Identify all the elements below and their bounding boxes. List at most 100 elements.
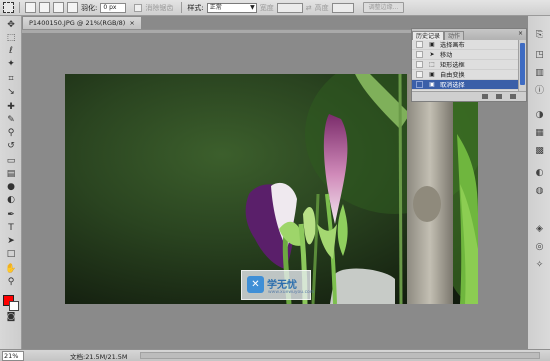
history-scrollbar[interactable] (518, 40, 526, 92)
quick-mask-icon[interactable]: ◙ (4, 312, 18, 323)
clone-stamp-tool-icon[interactable]: ⚲ (4, 128, 18, 139)
panel-dock: ⎘ ◳ ▥ ⓘ ◑ ▦ ▩ ◐ ◍ ◈ ◎ ✧ (527, 16, 550, 349)
new-snapshot-icon[interactable] (496, 94, 502, 99)
style-label: 样式: (187, 3, 204, 12)
feather-input[interactable]: 0 px (100, 2, 127, 13)
history-item[interactable]: ⬚ 矩形选框 (412, 60, 519, 70)
canvas-photo[interactable]: ✕ 学无忧 www.xuewuyou.com (65, 74, 478, 304)
height-input[interactable] (331, 2, 354, 13)
layers-icon[interactable]: ◈ (533, 224, 546, 235)
history-item-label: 矩形选框 (440, 62, 465, 69)
step-icon: ▣ (429, 40, 435, 48)
marquee-tool-icon[interactable]: ⬚ (4, 33, 18, 44)
history-brush-tool-icon[interactable]: ↺ (4, 141, 18, 152)
history-item-label: 取消选择 (440, 82, 465, 89)
subtract-from-selection-icon[interactable] (53, 2, 64, 13)
history-panel-icon[interactable]: ⎘ (533, 30, 546, 41)
chevron-down-icon: ▼ (250, 3, 255, 11)
rect-marquee-preset-icon[interactable] (3, 2, 14, 13)
blur-tool-icon[interactable]: ● (4, 182, 18, 193)
eyedropper-tool-icon[interactable]: ↘ (4, 87, 18, 98)
transform-icon: ▣ (429, 70, 435, 78)
deselect-icon: ▣ (429, 80, 435, 88)
styles-icon[interactable]: ▩ (533, 146, 546, 157)
dodge-tool-icon[interactable]: ◐ (4, 195, 18, 206)
trash-icon[interactable] (510, 94, 516, 99)
type-tool-icon[interactable]: T (4, 223, 18, 234)
watermark: ✕ 学无忧 www.xuewuyou.com (241, 270, 315, 300)
history-snapshot-checkbox[interactable] (416, 71, 423, 78)
divider (19, 2, 20, 13)
options-bar: 羽化: 0 px 消除锯齿 样式: 正常 ▼ 宽度 ⇄ 高度 调整边缘... (0, 0, 550, 16)
marquee-icon: ⬚ (429, 60, 435, 68)
width-label: 宽度 (259, 3, 274, 12)
tab-history[interactable]: 历史记录 (412, 31, 445, 40)
shape-tool-icon[interactable]: □ (4, 249, 18, 260)
close-icon[interactable]: × (518, 30, 523, 37)
channels-icon[interactable]: ◎ (533, 242, 546, 253)
history-panel-tabs: 历史记录 动作 × (412, 29, 526, 40)
close-icon[interactable]: × (129, 19, 134, 27)
document-info: 文档:21.5M/21.5M (70, 352, 128, 361)
background-color-swatch[interactable] (9, 301, 19, 311)
brush-tool-icon[interactable]: ✎ (4, 115, 18, 126)
history-snapshot-checkbox[interactable] (416, 61, 423, 68)
zoom-field[interactable]: 21% (2, 350, 24, 361)
tab-actions[interactable]: 动作 (444, 31, 465, 40)
paths-icon[interactable]: ✧ (533, 260, 546, 271)
document-tab[interactable]: P1400150.JPG @ 21%(RGB/8) × (22, 16, 142, 29)
history-panel: 历史记录 动作 × ▣ 选择画布 ➤ 移动 ⬚ 矩形选框 ▣ 自由变换 ▣ 取消… (411, 28, 527, 102)
antialias-checkbox[interactable] (134, 3, 143, 12)
swap-icon[interactable]: ⇄ (306, 4, 312, 12)
add-to-selection-icon[interactable] (39, 2, 50, 13)
watermark-name: 学无忧 (267, 280, 297, 291)
width-input[interactable] (276, 2, 303, 13)
history-item[interactable]: ▣ 选择画布 (412, 40, 519, 50)
divider (181, 2, 183, 13)
histogram-icon[interactable]: ▥ (533, 68, 546, 79)
history-scrollbar-thumb[interactable] (520, 43, 525, 85)
navigator-icon[interactable]: ◳ (533, 50, 546, 61)
info-icon[interactable]: ⓘ (533, 86, 546, 97)
history-item-label: 选择画布 (440, 42, 465, 49)
antialias-label: 消除锯齿 (145, 3, 174, 12)
horizontal-scrollbar[interactable] (140, 352, 540, 359)
swatches-icon[interactable]: ▦ (533, 128, 546, 139)
history-panel-footer (412, 91, 526, 101)
feather-label: 羽化: (81, 3, 98, 12)
history-item-label: 自由变换 (440, 72, 465, 79)
path-selection-tool-icon[interactable]: ➤ (4, 236, 18, 247)
color-icon[interactable]: ◑ (533, 110, 546, 121)
new-document-from-state-icon[interactable] (482, 94, 488, 99)
gradient-tool-icon[interactable]: ▤ (4, 169, 18, 180)
watermark-url: www.xuewuyou.com (268, 290, 315, 295)
style-select-value: 正常 (209, 3, 222, 11)
style-select[interactable]: 正常 ▼ (206, 2, 257, 13)
toolbox: ✥ ⬚ ℓ ✦ ⌗ ↘ ✚ ✎ ⚲ ↺ ▭ ▤ ● ◐ ✒ T ➤ □ ✋ ⚲ … (0, 16, 22, 349)
crop-tool-icon[interactable]: ⌗ (4, 74, 18, 85)
watermark-logo-icon: ✕ (247, 276, 264, 293)
history-snapshot-checkbox[interactable] (416, 81, 423, 88)
history-snapshot-checkbox[interactable] (416, 41, 423, 48)
magic-wand-tool-icon[interactable]: ✦ (4, 59, 18, 70)
zoom-tool-icon[interactable]: ⚲ (4, 277, 18, 288)
height-label: 高度 (314, 3, 329, 12)
refine-edge-button[interactable]: 调整边缘... (362, 2, 405, 13)
history-item-selected[interactable]: ▣ 取消选择 (412, 80, 519, 90)
history-item[interactable]: ▣ 自由变换 (412, 70, 519, 80)
lasso-tool-icon[interactable]: ℓ (4, 46, 18, 57)
adjustments-icon[interactable]: ◐ (533, 168, 546, 179)
masks-icon[interactable]: ◍ (533, 186, 546, 197)
healing-brush-tool-icon[interactable]: ✚ (4, 102, 18, 113)
move-tool-icon[interactable]: ✥ (4, 20, 18, 31)
eraser-tool-icon[interactable]: ▭ (4, 156, 18, 167)
intersect-selection-icon[interactable] (67, 2, 78, 13)
history-snapshot-checkbox[interactable] (416, 51, 423, 58)
hand-tool-icon[interactable]: ✋ (4, 264, 18, 275)
history-item[interactable]: ➤ 移动 (412, 50, 519, 60)
document-title: P1400150.JPG @ 21%(RGB/8) (29, 19, 126, 27)
new-selection-icon[interactable] (25, 2, 36, 13)
pen-tool-icon[interactable]: ✒ (4, 210, 18, 221)
move-icon: ➤ (429, 50, 435, 58)
history-item-label: 移动 (440, 52, 453, 59)
